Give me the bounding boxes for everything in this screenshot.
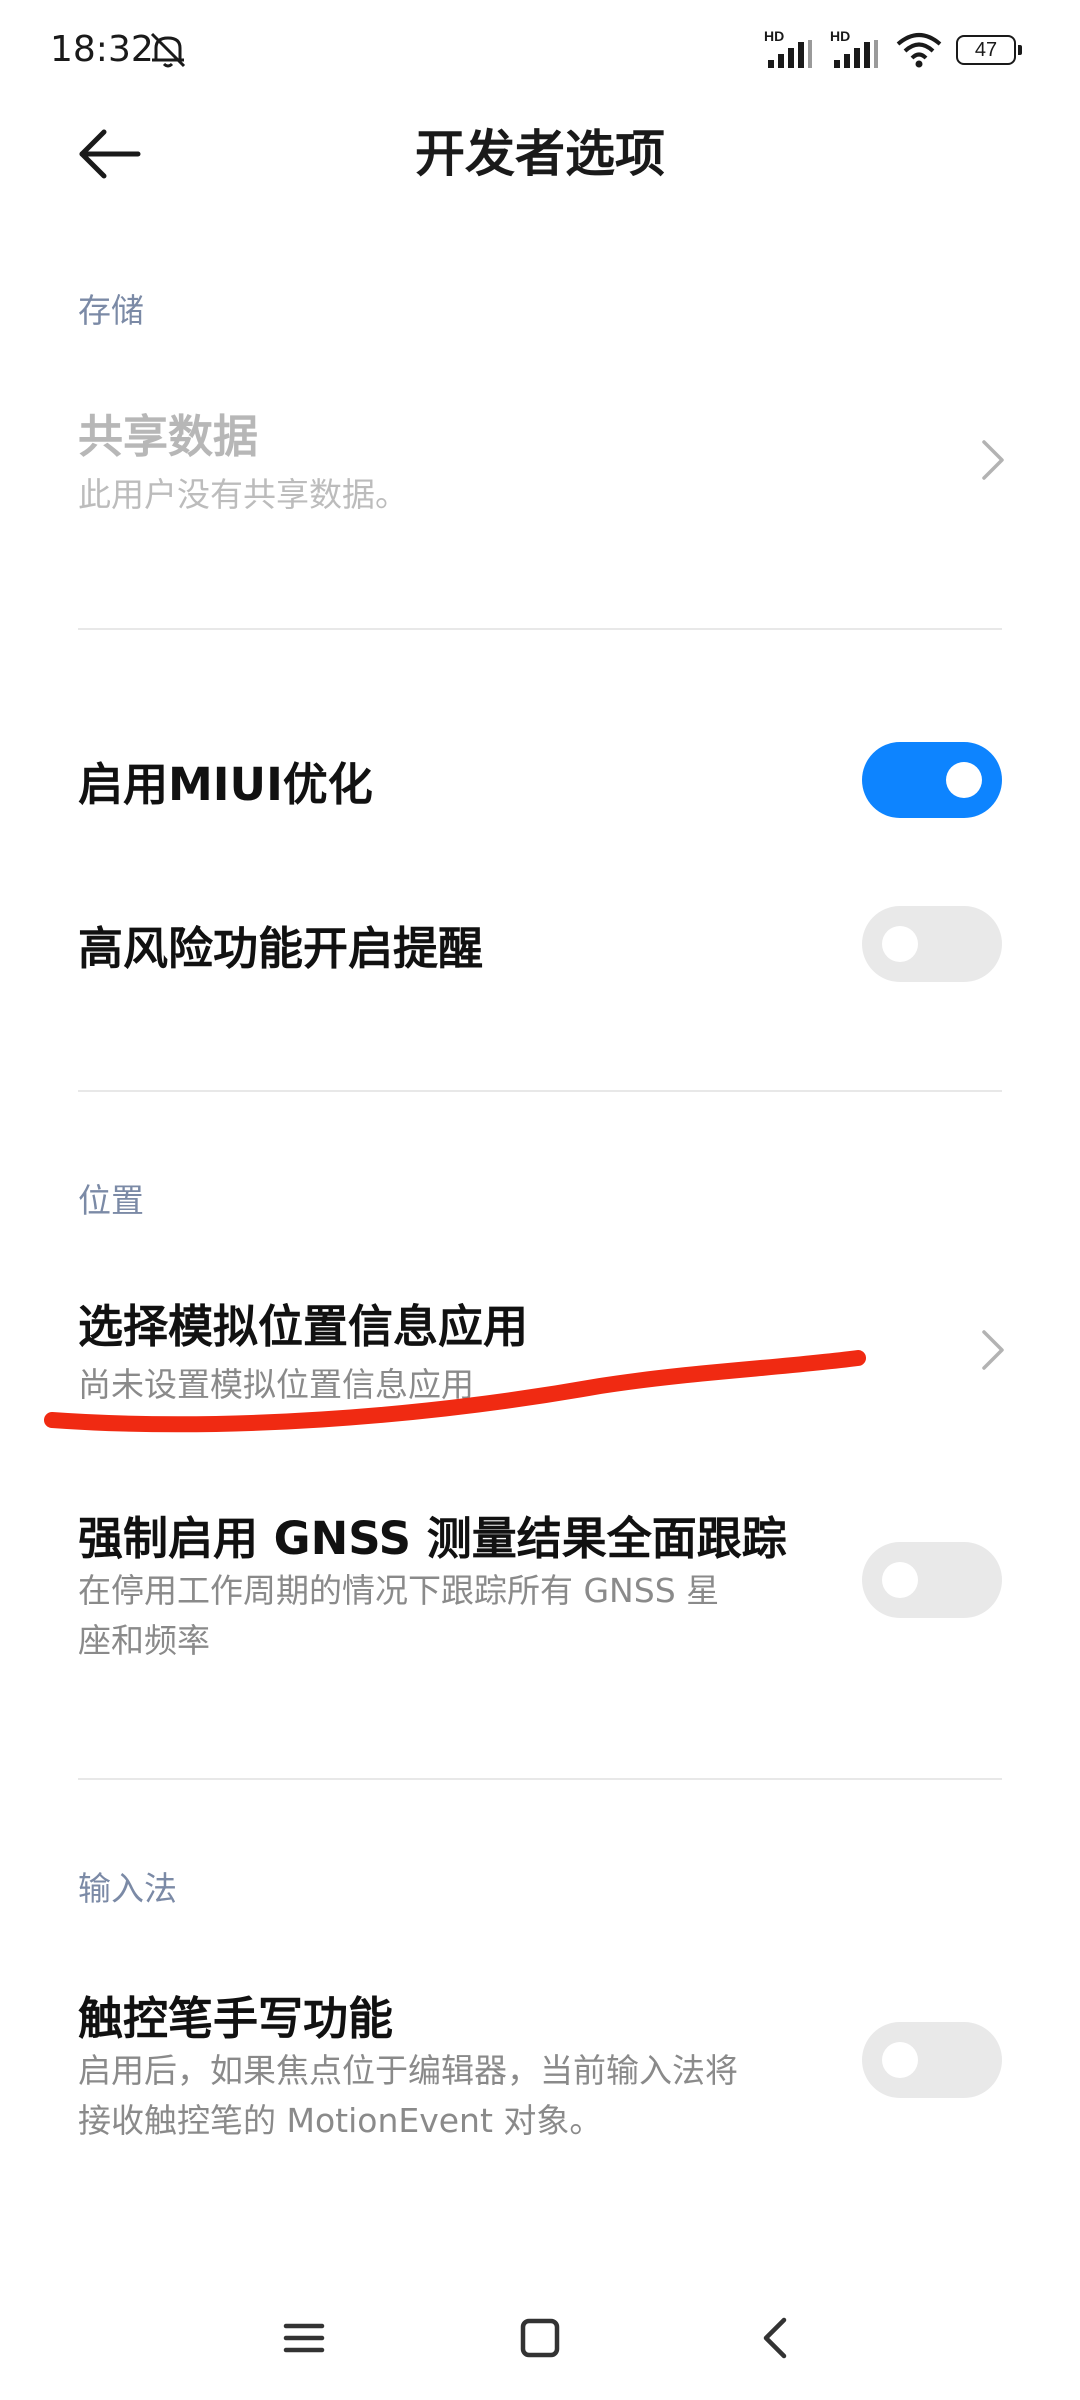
divider <box>78 1090 1002 1092</box>
stylus-handwriting-subtitle-line2: 接收触控笔的 MotionEvent 对象。 <box>78 2101 603 2140</box>
nav-home-button[interactable] <box>510 2308 570 2368</box>
signal-icon: HD <box>830 28 882 68</box>
signal-icon: HD <box>764 28 816 68</box>
wifi-icon <box>896 32 942 68</box>
menu-icon <box>283 2323 325 2353</box>
high-risk-reminder-toggle[interactable] <box>862 906 1002 982</box>
nav-menu-button[interactable] <box>274 2308 334 2368</box>
miui-optimization-toggle[interactable] <box>862 742 1002 818</box>
battery-level: 47 <box>974 38 998 61</box>
stylus-handwriting-toggle[interactable] <box>862 2022 1002 2098</box>
toggle-knob <box>946 762 982 798</box>
stylus-handwriting-title: 触控笔手写功能 <box>78 1992 394 2045</box>
shared-data-title: 共享数据 <box>78 410 259 463</box>
nav-back-button[interactable] <box>746 2308 806 2368</box>
section-label-input-method: 输入法 <box>78 1869 177 1908</box>
gnss-tracking-toggle[interactable] <box>862 1542 1002 1618</box>
toggle-knob <box>882 1562 918 1598</box>
stylus-handwriting-subtitle-line1: 启用后，如果焦点位于编辑器，当前输入法将 <box>78 2051 738 2090</box>
nav-back-icon <box>763 2317 787 2359</box>
page-title: 开发者选项 <box>415 125 665 183</box>
shared-data-subtitle: 此用户没有共享数据。 <box>78 475 408 514</box>
home-square-icon <box>520 2318 560 2358</box>
gnss-tracking-subtitle-line2: 座和频率 <box>78 1621 210 1660</box>
gnss-tracking-subtitle-line1: 在停用工作周期的情况下跟踪所有 GNSS 星 <box>78 1571 720 1610</box>
gnss-tracking-title: 强制启用 GNSS 测量结果全面跟踪 <box>78 1512 787 1565</box>
chevron-right-icon <box>978 436 1008 484</box>
toggle-knob <box>882 2042 918 2078</box>
bell-muted-icon <box>146 30 190 70</box>
annotation-underline <box>44 1350 866 1433</box>
status-icons: HD HD 47 <box>764 28 1022 70</box>
high-risk-reminder-title: 高风险功能开启提醒 <box>78 922 484 975</box>
chevron-right-icon <box>978 1326 1008 1374</box>
miui-optimization-title: 启用MIUI优化 <box>78 758 373 811</box>
status-time: 18:32 <box>50 29 154 70</box>
section-label-storage: 存储 <box>78 291 144 330</box>
toggle-knob <box>882 926 918 962</box>
battery-icon: 47 <box>956 35 1022 65</box>
divider <box>78 1778 1002 1780</box>
divider <box>78 628 1002 630</box>
section-label-location: 位置 <box>78 1181 144 1220</box>
